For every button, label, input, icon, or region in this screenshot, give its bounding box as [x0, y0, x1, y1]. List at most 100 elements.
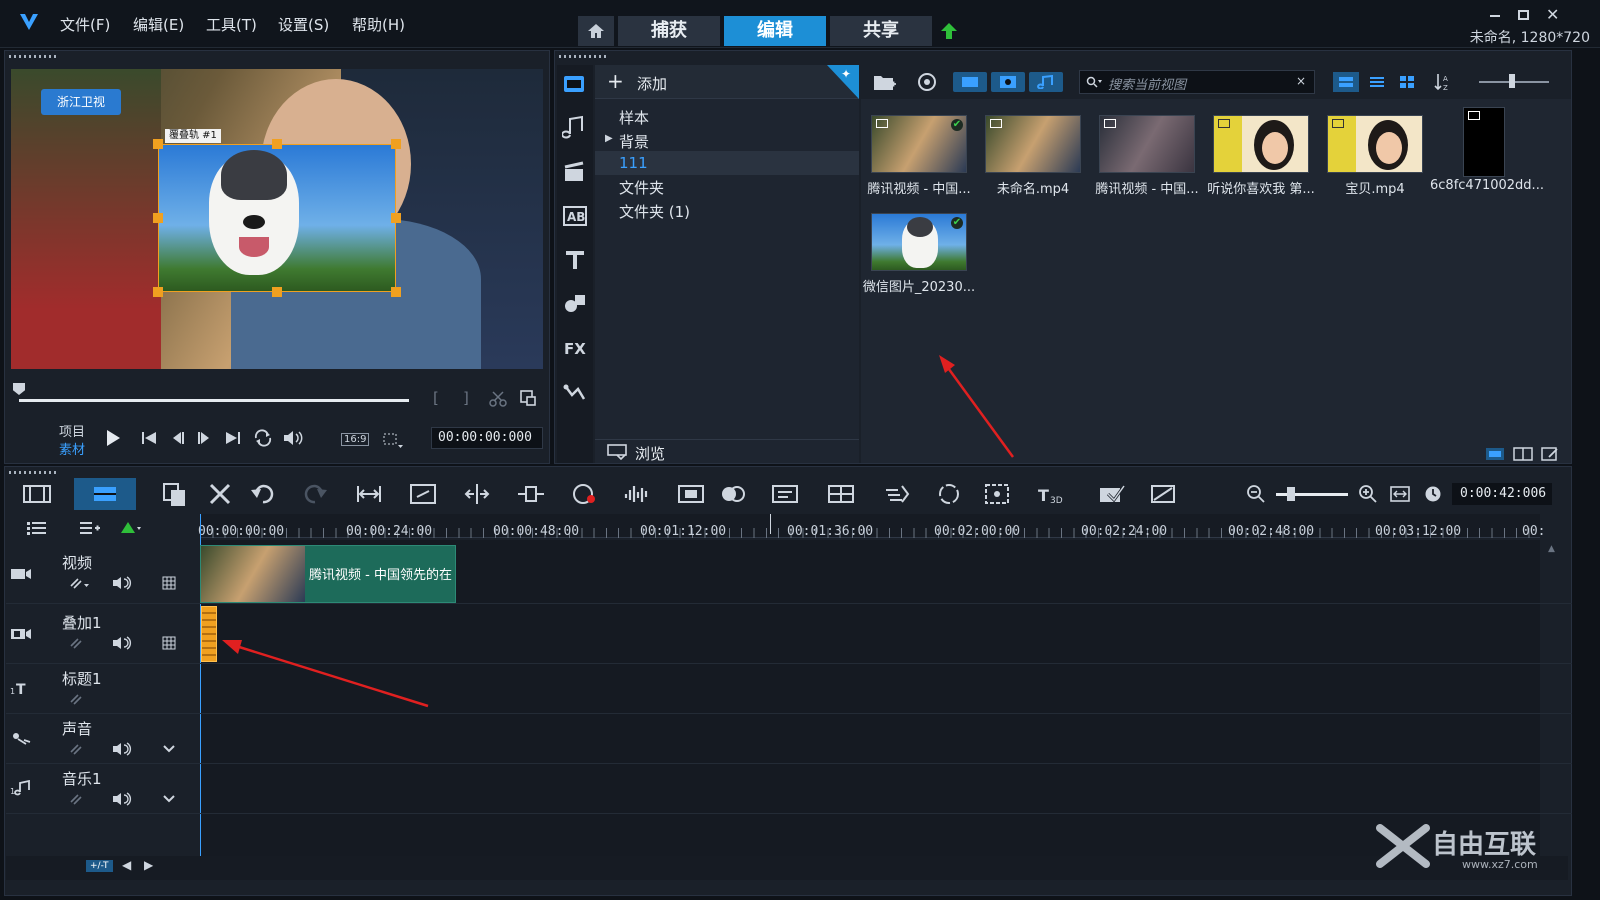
scroll-right-icon[interactable]: ▶	[144, 858, 153, 872]
motion-icon[interactable]	[676, 480, 706, 508]
repeat-icon[interactable]	[253, 429, 273, 447]
volume-icon[interactable]	[283, 430, 303, 446]
add-chapter-icon[interactable]	[78, 520, 100, 536]
media-caption[interactable]: 宝贝.mp4	[1318, 178, 1432, 197]
audio-wave-icon[interactable]	[622, 480, 652, 508]
fit-project-icon[interactable]	[354, 480, 384, 508]
browse-icon[interactable]	[607, 444, 629, 460]
media-thumb[interactable]	[1099, 115, 1195, 173]
track-volume-icon[interactable]	[112, 636, 132, 650]
multi-trim-icon[interactable]	[160, 480, 190, 508]
minimize-icon[interactable]	[1490, 15, 1500, 17]
tab-capture[interactable]: 捕获	[618, 16, 720, 46]
panel-grip[interactable]	[9, 55, 57, 58]
timeline-view-button[interactable]	[74, 478, 136, 510]
project-mode-label[interactable]: 项目	[59, 421, 85, 440]
tools-icon[interactable]	[206, 480, 236, 508]
media-caption[interactable]: 未命名.mp4	[976, 178, 1090, 197]
scroll-left-icon[interactable]: ◀	[122, 858, 131, 872]
browse-button[interactable]: 浏览	[635, 443, 665, 464]
title-ab-icon[interactable]: AB	[562, 203, 588, 229]
media-caption[interactable]: 腾讯视频 - 中国...	[1090, 178, 1204, 197]
media-thumb[interactable]	[1327, 115, 1423, 173]
tab-edit[interactable]: 编辑	[724, 16, 826, 46]
media-caption[interactable]: 6c8fc471002dd...	[1427, 178, 1547, 193]
thumb-size-handle[interactable]	[1509, 74, 1515, 88]
painting-icon[interactable]	[1148, 480, 1178, 508]
grid-mode-icon[interactable]	[162, 576, 176, 590]
text-icon[interactable]	[562, 247, 588, 273]
duration-field[interactable]: 0:00:42:006	[1452, 483, 1552, 505]
zoom-out-icon[interactable]	[1246, 484, 1266, 504]
redo-icon[interactable]	[300, 480, 330, 508]
resize-handle[interactable]	[391, 287, 401, 297]
link-icon[interactable]	[68, 692, 82, 706]
fit-button[interactable]: +/-T	[86, 860, 113, 872]
folder-folder[interactable]: 文件夹	[619, 177, 664, 198]
subtitle-icon[interactable]	[770, 480, 800, 508]
list-view-icon[interactable]	[1369, 76, 1385, 88]
menu-file[interactable]: 文件(F)	[60, 14, 110, 35]
media-thumb[interactable]	[1213, 115, 1309, 173]
instant-project-icon[interactable]	[562, 115, 588, 141]
mixer-icon[interactable]	[570, 480, 600, 508]
split-icon[interactable]	[462, 480, 492, 508]
clear-search-icon[interactable]: ×	[1296, 74, 1306, 88]
home-button[interactable]	[578, 16, 614, 46]
maximize-icon[interactable]	[1518, 10, 1529, 20]
expand-arrow-icon[interactable]: ▶	[605, 133, 613, 144]
fit-timeline-icon[interactable]	[1390, 485, 1410, 503]
upload-arrow-icon[interactable]	[940, 22, 958, 40]
clip-mode-label[interactable]: 素材	[59, 439, 85, 458]
media-thumb[interactable]	[985, 115, 1081, 173]
step-back-icon[interactable]	[171, 431, 185, 445]
undo-icon[interactable]	[248, 480, 278, 508]
resize-handle[interactable]	[153, 139, 163, 149]
scrubber-bar[interactable]	[19, 399, 409, 402]
tab-share[interactable]: 共享	[830, 16, 932, 46]
step-forward-icon[interactable]	[197, 431, 211, 445]
zoom-in-icon[interactable]	[1358, 484, 1378, 504]
chapter-marker-icon[interactable]	[120, 520, 142, 536]
loop-icon[interactable]	[934, 480, 964, 508]
menu-edit[interactable]: 编辑(E)	[133, 14, 184, 35]
speed-icon[interactable]	[882, 480, 912, 508]
title-3d-icon[interactable]: T 3D	[1036, 480, 1066, 508]
link-icon[interactable]	[68, 792, 82, 806]
track-volume-icon[interactable]	[112, 792, 132, 806]
media-caption[interactable]: 微信图片_20230...	[862, 276, 976, 295]
panel-grip[interactable]	[9, 471, 57, 474]
menu-settings[interactable]: 设置(S)	[278, 14, 329, 35]
capture-icon[interactable]	[917, 72, 937, 92]
folder-folder-1[interactable]: 文件夹 (1)	[619, 201, 690, 222]
folder-background[interactable]: 背景	[619, 131, 649, 152]
menu-help[interactable]: 帮助(H)	[352, 14, 405, 35]
video-clip[interactable]: 腾讯视频 - 中国领先的在	[200, 545, 456, 603]
mark-in-button[interactable]: [	[433, 389, 439, 407]
transition-icon[interactable]	[562, 159, 588, 185]
graphics-icon[interactable]	[562, 291, 588, 317]
media-icon[interactable]	[562, 71, 588, 97]
link-icon[interactable]	[68, 576, 90, 590]
edit-icon[interactable]	[1541, 447, 1559, 461]
search-input[interactable]: 搜索当前视图 ×	[1079, 70, 1315, 94]
link-icon[interactable]	[68, 742, 82, 756]
sort-icon[interactable]: AZ	[1433, 72, 1451, 92]
view-thumb-button[interactable]	[1333, 72, 1359, 92]
close-icon[interactable]: ✕	[1546, 5, 1559, 24]
import-folder-icon[interactable]	[873, 72, 897, 92]
resize-handle[interactable]	[153, 213, 163, 223]
skip-end-icon[interactable]	[225, 431, 241, 445]
timecode-field[interactable]: 00:00:00:000	[431, 427, 543, 449]
ripple-icon[interactable]	[516, 480, 546, 508]
resize-handle[interactable]	[153, 287, 163, 297]
storyboard-view-icon[interactable]	[22, 480, 52, 508]
track-transparency-icon[interactable]	[982, 480, 1012, 508]
overlay-clip[interactable]	[201, 606, 217, 662]
filter-photo-button[interactable]	[991, 72, 1025, 92]
media-caption[interactable]: 听说你喜欢我 第...	[1204, 178, 1318, 197]
media-caption[interactable]: 腾讯视频 - 中国...	[862, 178, 976, 197]
panel-layout-icon[interactable]	[1513, 447, 1533, 461]
grid-mode-icon[interactable]	[162, 636, 176, 650]
grid-view-icon[interactable]	[1399, 75, 1415, 89]
